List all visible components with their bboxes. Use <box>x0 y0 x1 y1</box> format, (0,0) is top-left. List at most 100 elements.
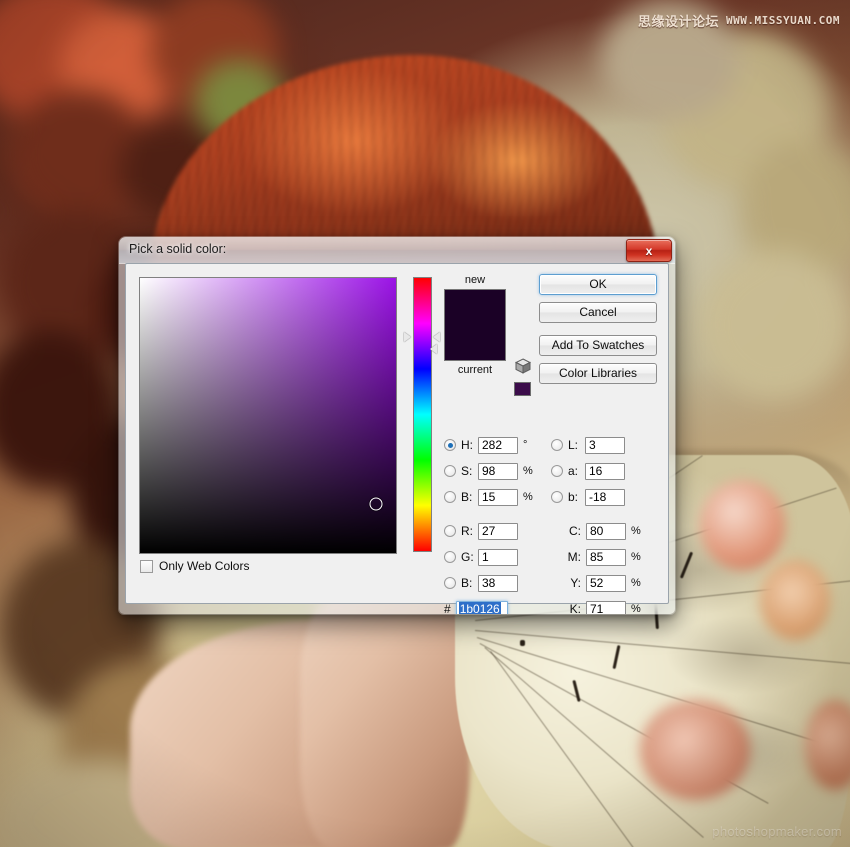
unit-saturation: % <box>523 465 533 477</box>
unit-brightness: % <box>523 491 533 503</box>
field-blue: B: <box>444 575 551 592</box>
value-row: B: Y: % <box>444 570 659 596</box>
button-column: OK Cancel Add To Swatches Color Librarie… <box>539 274 657 391</box>
field-brightness: B: % <box>444 489 551 506</box>
only-web-colors-checkbox[interactable]: Only Web Colors <box>140 559 249 573</box>
input-lab-a[interactable] <box>585 463 625 480</box>
field-lab-a: a: <box>551 463 658 480</box>
sv-cursor-ring[interactable] <box>369 497 382 510</box>
label-green: G: <box>461 550 478 564</box>
label-yellow: Y: <box>551 576 586 590</box>
only-web-colors-label: Only Web Colors <box>159 559 249 573</box>
radio-saturation[interactable] <box>444 465 456 477</box>
cancel-button[interactable]: Cancel <box>539 302 657 323</box>
input-magenta[interactable] <box>586 549 626 566</box>
dialog-title: Pick a solid color: <box>129 242 226 256</box>
unit-magenta: % <box>631 551 641 563</box>
unit-black: % <box>631 603 641 614</box>
flower-blob <box>760 560 830 640</box>
value-row: S: % a: <box>444 458 659 484</box>
color-preview: new current <box>439 274 511 376</box>
input-hue[interactable] <box>478 437 518 454</box>
field-green: G: <box>444 549 551 566</box>
unit-yellow: % <box>631 577 641 589</box>
radio-lab-a[interactable] <box>551 465 563 477</box>
value-row: H: ° L: <box>444 432 659 458</box>
dialog-body: new current OK Cancel Add To Swatches <box>125 263 669 604</box>
color-picker-dialog: Pick a solid color: x new current <box>119 237 675 614</box>
screenshot-root: 思缘设计论坛 WWW.MISSYUAN.COM photoshopmaker.c… <box>0 0 850 847</box>
saturation-value-field[interactable] <box>139 277 397 554</box>
input-brightness[interactable] <box>478 489 518 506</box>
sv-gradient <box>140 278 396 553</box>
radio-blue[interactable] <box>444 577 456 589</box>
hex-hash-label: # <box>444 602 451 614</box>
input-lab-l[interactable] <box>585 437 625 454</box>
flower-blob <box>640 700 750 800</box>
new-color-swatch[interactable] <box>444 289 506 361</box>
watermark-bottom: photoshopmaker.com <box>712 824 842 839</box>
radio-hue[interactable] <box>444 439 456 451</box>
new-color-label: new <box>439 274 511 286</box>
label-cyan: C: <box>551 524 586 538</box>
web-safe-swatch[interactable] <box>514 382 531 396</box>
value-row: # 1b0126 K: % <box>444 596 659 614</box>
field-lab-b: b: <box>551 489 658 506</box>
watermark-top: 思缘设计论坛 WWW.MISSYUAN.COM <box>638 11 840 30</box>
input-cyan[interactable] <box>586 523 626 540</box>
flower-blob <box>700 480 785 570</box>
close-glyph: x <box>646 245 653 257</box>
field-magenta: M: % <box>551 549 658 566</box>
input-blue[interactable] <box>478 575 518 592</box>
preview-marker-icon <box>430 344 437 354</box>
add-to-swatches-button[interactable]: Add To Swatches <box>539 335 657 356</box>
field-saturation: S: % <box>444 463 551 480</box>
watermark-cn-text: 思缘设计论坛 <box>638 11 719 30</box>
input-red[interactable] <box>478 523 518 540</box>
value-row: B: % b: <box>444 484 659 510</box>
hue-marker-left-icon[interactable] <box>404 332 411 342</box>
radio-red[interactable] <box>444 525 456 537</box>
radio-green[interactable] <box>444 551 456 563</box>
close-icon[interactable]: x <box>626 239 672 262</box>
hue-slider[interactable] <box>409 277 431 552</box>
value-row: R: C: % <box>444 518 659 544</box>
field-hex: # 1b0126 <box>444 601 551 615</box>
label-blue: B: <box>461 576 478 590</box>
hex-value-text: 1b0126 <box>459 602 501 614</box>
checkbox-box-icon[interactable] <box>140 560 153 573</box>
unit-cyan: % <box>631 525 641 537</box>
input-lab-b[interactable] <box>585 489 625 506</box>
label-magenta: M: <box>551 550 586 564</box>
radio-lab-l[interactable] <box>551 439 563 451</box>
color-values-grid: H: ° L: S: % <box>444 432 659 614</box>
label-red: R: <box>461 524 478 538</box>
color-libraries-button[interactable]: Color Libraries <box>539 363 657 384</box>
field-yellow: Y: % <box>551 575 658 592</box>
field-black: K: % <box>551 601 658 615</box>
input-green[interactable] <box>478 549 518 566</box>
input-yellow[interactable] <box>586 575 626 592</box>
ok-button[interactable]: OK <box>539 274 657 295</box>
radio-lab-b[interactable] <box>551 491 563 503</box>
label-lab-l: L: <box>568 438 585 452</box>
label-black: K: <box>551 602 586 614</box>
field-cyan: C: % <box>551 523 658 540</box>
hex-input[interactable]: 1b0126 <box>456 601 508 615</box>
watermark-url-text: WWW.MISSYUAN.COM <box>726 14 840 27</box>
label-brightness: B: <box>461 490 478 504</box>
input-saturation[interactable] <box>478 463 518 480</box>
web-safe-warning[interactable] <box>514 357 534 396</box>
label-lab-b: b: <box>568 490 585 504</box>
hue-gradient-bar <box>413 277 432 552</box>
current-color-label: current <box>439 364 511 376</box>
value-row: G: M: % <box>444 544 659 570</box>
dialog-titlebar[interactable]: Pick a solid color: x <box>119 237 675 264</box>
radio-brightness[interactable] <box>444 491 456 503</box>
input-black[interactable] <box>586 601 626 615</box>
field-red: R: <box>444 523 551 540</box>
row-spacer <box>444 510 659 518</box>
unit-hue: ° <box>523 439 527 451</box>
label-lab-a: a: <box>568 464 585 478</box>
cube-icon <box>514 357 532 375</box>
